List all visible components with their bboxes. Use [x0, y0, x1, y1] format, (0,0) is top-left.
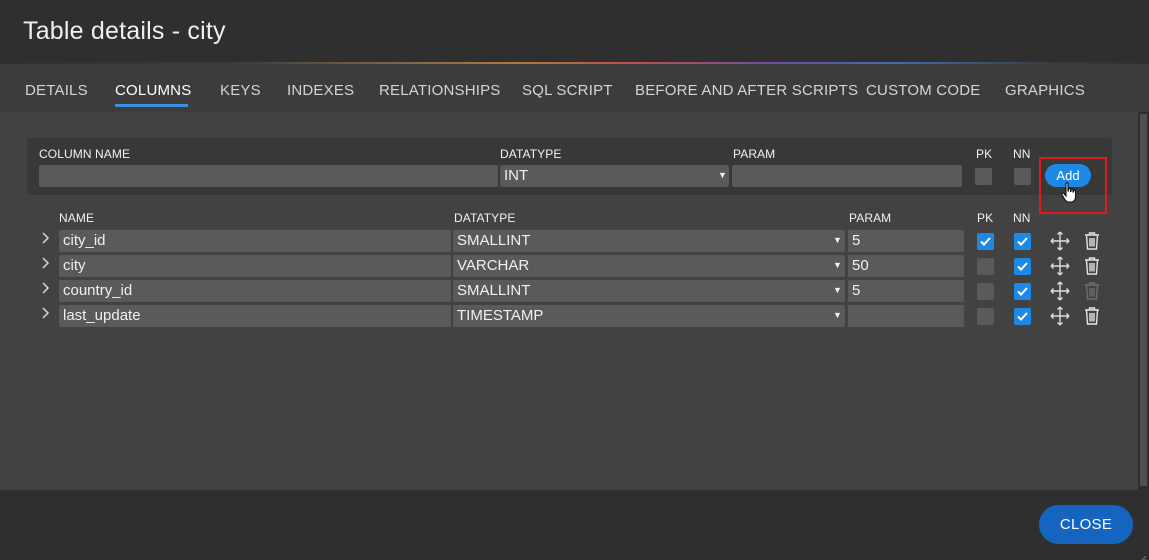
chevron-down-icon: ▼ — [718, 170, 727, 180]
tab-relationships[interactable]: RELATIONSHIPS — [379, 82, 501, 99]
new-column-name-input[interactable] — [39, 165, 498, 187]
column-param-input[interactable]: 50 — [848, 255, 964, 277]
new-column-datatype-value: INT — [504, 167, 529, 184]
chevron-down-icon: ▼ — [833, 235, 842, 245]
new-column-nn-checkbox[interactable] — [1014, 168, 1031, 185]
column-param-input[interactable]: 5 — [848, 230, 964, 252]
hand-pointer-icon — [1060, 181, 1080, 210]
column-name-input[interactable]: last_update — [59, 305, 451, 327]
tab-graphics[interactable]: GRAPHICS — [1005, 82, 1085, 99]
tab-indexes[interactable]: INDEXES — [287, 82, 354, 99]
column-pk-checkbox[interactable] — [977, 233, 994, 250]
column-name-input[interactable]: city_id — [59, 230, 451, 252]
chevron-down-icon: ▼ — [833, 260, 842, 270]
move-arrows-icon[interactable] — [1050, 256, 1070, 281]
chevron-down-icon: ▼ — [833, 310, 842, 320]
title-bar: Table details - city — [0, 0, 1149, 62]
check-icon — [1017, 287, 1028, 296]
chevron-right-icon[interactable] — [41, 282, 50, 297]
trash-icon[interactable] — [1083, 256, 1101, 280]
check-icon — [1017, 312, 1028, 321]
column-datatype-select[interactable]: SMALLINT — [453, 280, 845, 302]
column-name-input[interactable]: city — [59, 255, 451, 277]
trash-icon[interactable] — [1083, 231, 1101, 255]
chevron-right-icon[interactable] — [41, 232, 50, 247]
scrollbar-thumb[interactable] — [1140, 114, 1147, 486]
column-nn-checkbox[interactable] — [1014, 308, 1031, 325]
dialog-title: Table details - city — [23, 17, 226, 45]
dialog-footer — [0, 490, 1149, 560]
column-pk-checkbox[interactable] — [977, 258, 994, 275]
tab-bar: DETAILS COLUMNS KEYS INDEXES RELATIONSHI… — [0, 64, 1149, 112]
table-header-param: PARAM — [849, 211, 892, 225]
close-button[interactable]: CLOSE — [1039, 505, 1133, 544]
tab-keys[interactable]: KEYS — [220, 82, 261, 99]
header-pk: PK — [976, 147, 993, 161]
chevron-down-icon: ▼ — [833, 285, 842, 295]
new-column-pk-checkbox[interactable] — [975, 168, 992, 185]
column-datatype-value: SMALLINT — [457, 282, 531, 299]
header-param: PARAM — [733, 147, 776, 161]
tab-columns[interactable]: COLUMNS — [115, 82, 191, 99]
trash-icon — [1083, 281, 1101, 305]
column-name-input[interactable]: country_id — [59, 280, 451, 302]
chevron-right-icon[interactable] — [41, 307, 50, 322]
check-icon — [980, 237, 991, 246]
column-datatype-select[interactable]: SMALLINT — [453, 230, 845, 252]
resize-grip-icon[interactable] — [1139, 550, 1147, 560]
tab-before-after-scripts[interactable]: BEFORE AND AFTER SCRIPTS — [635, 82, 858, 99]
check-icon — [1017, 262, 1028, 271]
tab-sql-script[interactable]: SQL SCRIPT — [522, 82, 613, 99]
active-tab-indicator — [115, 104, 188, 107]
vertical-scrollbar[interactable] — [1138, 112, 1149, 490]
header-column-name: COLUMN NAME — [39, 147, 131, 161]
column-nn-checkbox[interactable] — [1014, 258, 1031, 275]
column-pk-checkbox[interactable] — [977, 308, 994, 325]
table-header-name: NAME — [59, 211, 95, 225]
header-nn: NN — [1013, 147, 1031, 161]
move-arrows-icon[interactable] — [1050, 281, 1070, 306]
column-param-input[interactable]: 5 — [848, 280, 964, 302]
tab-details[interactable]: DETAILS — [25, 82, 88, 99]
column-pk-checkbox[interactable] — [977, 283, 994, 300]
header-datatype: DATATYPE — [500, 147, 562, 161]
chevron-right-icon[interactable] — [41, 257, 50, 272]
column-datatype-value: TIMESTAMP — [457, 307, 544, 324]
column-nn-checkbox[interactable] — [1014, 233, 1031, 250]
column-datatype-value: SMALLINT — [457, 232, 531, 249]
check-icon — [1017, 237, 1028, 246]
new-column-datatype-select[interactable]: INT — [500, 165, 729, 187]
move-arrows-icon[interactable] — [1050, 231, 1070, 256]
column-param-input[interactable] — [848, 305, 964, 327]
trash-icon[interactable] — [1083, 306, 1101, 330]
new-column-param-input[interactable] — [732, 165, 962, 187]
column-datatype-select[interactable]: TIMESTAMP — [453, 305, 845, 327]
table-header-datatype: DATATYPE — [454, 211, 516, 225]
move-arrows-icon[interactable] — [1050, 306, 1070, 331]
table-header-pk: PK — [977, 211, 994, 225]
column-datatype-value: VARCHAR — [457, 257, 530, 274]
table-header-nn: NN — [1013, 211, 1031, 225]
column-nn-checkbox[interactable] — [1014, 283, 1031, 300]
tab-custom-code[interactable]: CUSTOM CODE — [866, 82, 980, 99]
column-datatype-select[interactable]: VARCHAR — [453, 255, 845, 277]
